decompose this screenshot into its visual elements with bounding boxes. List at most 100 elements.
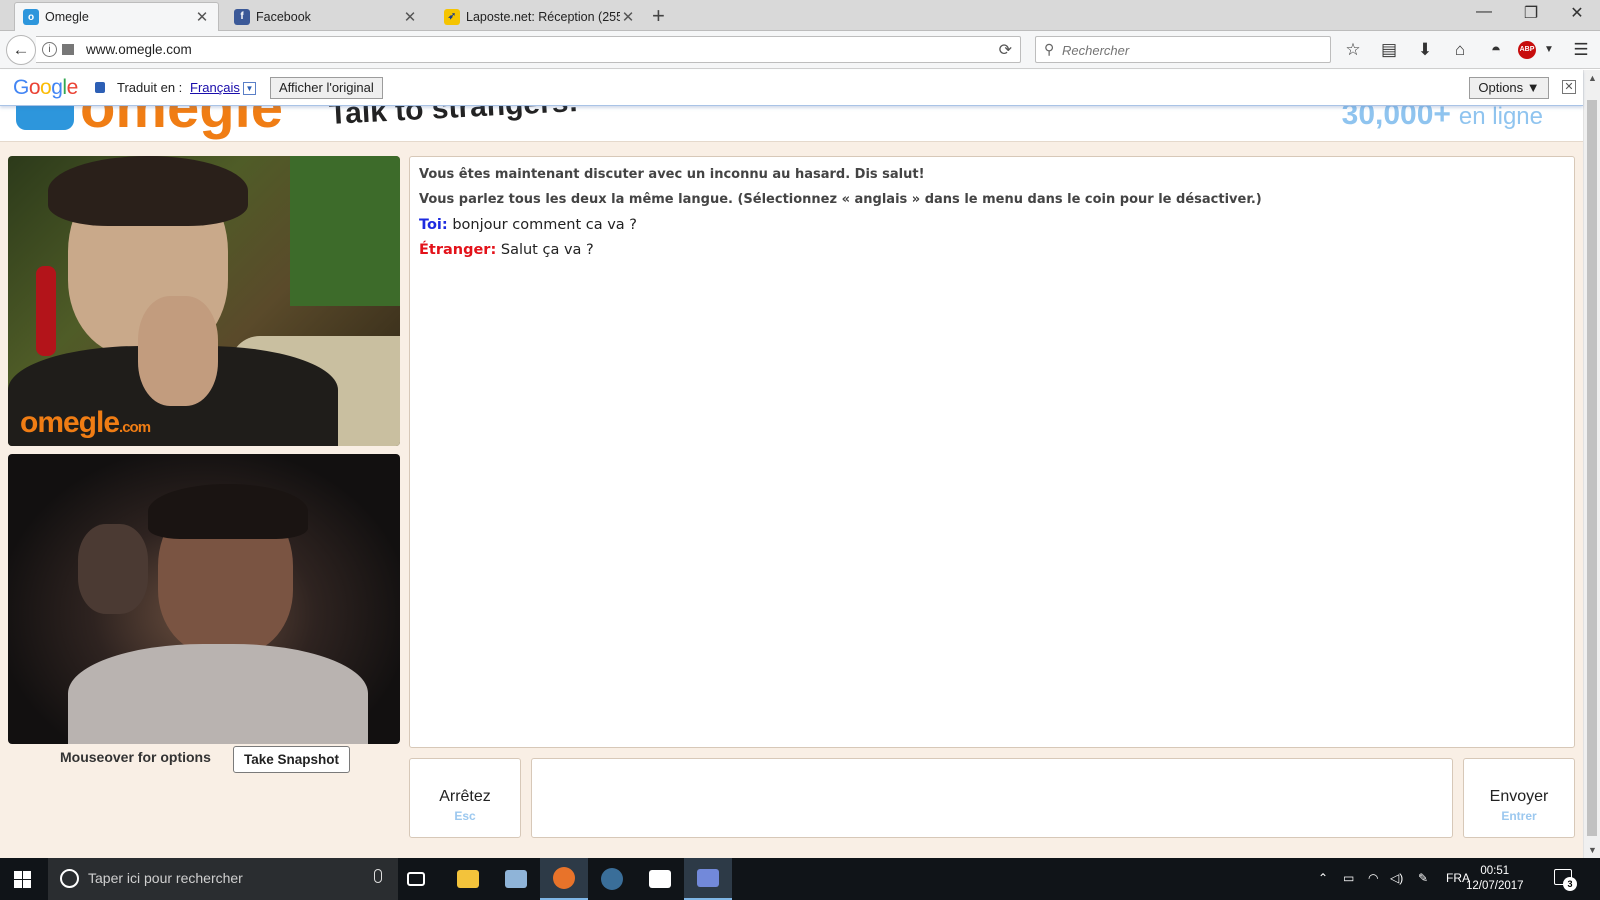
omegle-page: omegle Talk to strangers! 30,000+ en lign… [0,106,1583,858]
tab-facebook[interactable]: f Facebook ✕ [226,2,426,31]
tab-title: Omegle [45,10,89,24]
send-label: Envoyer [1489,788,1549,805]
tab-title: Laposte.net: Réception (255) [466,9,620,24]
search-box[interactable]: ⚲ [1035,36,1331,63]
send-button[interactable]: Envoyer Entrer [1463,758,1575,838]
restore-window-icon[interactable]: ❐ [1516,3,1546,23]
online-label: en ligne [1458,106,1543,130]
close-tab-icon[interactable]: ✕ [402,8,418,26]
translated-to-label: Traduit en : [117,80,183,95]
discord-icon[interactable] [684,858,732,900]
clock-time: 00:51 [1480,865,1510,877]
cortana-icon [60,869,79,888]
omegle-favicon-icon: o [23,9,39,25]
language-dropdown-icon[interactable]: ▼ [243,82,256,95]
google-logo: Google [13,76,78,99]
target-language-link[interactable]: Français [190,80,240,95]
status-message: Vous parlez tous les deux la même langue… [419,192,1262,207]
windows-start-icon[interactable] [14,871,31,888]
url-text[interactable]: www.omegle.com [86,42,192,57]
hamburger-menu-icon[interactable]: ☰ [1568,37,1594,63]
task-view-icon[interactable] [392,858,440,900]
scrollbar-thumb[interactable] [1587,100,1597,836]
chat-message: Toi: bonjour comment ca va ? [419,217,1565,233]
back-button[interactable]: ← [6,35,36,65]
omegle-watermark: omegle.com [20,406,151,440]
chat-message: Étranger: Salut ça va ? [419,242,1565,258]
close-tab-icon[interactable]: ✕ [620,8,636,26]
close-tab-icon[interactable]: ✕ [194,8,210,26]
search-input[interactable] [1062,40,1324,60]
pocket-icon[interactable]: ◓ [1483,37,1509,63]
new-tab-button[interactable]: + [652,3,665,29]
windows-taskbar: Taper ici pour rechercher ⌃ ▭ ◠ ◁) ✎ FRA… [0,858,1600,900]
tab-laposte[interactable]: ➶ Laposte.net: Réception (255) ✕ [436,2,644,31]
reload-icon[interactable]: ⟳ [999,40,1012,60]
stranger-video[interactable]: omegle.com [8,156,400,446]
stop-button[interactable]: Arrêtez Esc [409,758,521,838]
status-message: Vous êtes maintenant discuter avec un in… [419,167,925,182]
adblock-plus-icon[interactable]: ABP [1518,41,1536,59]
self-video[interactable] [8,454,400,744]
steam-icon[interactable] [588,858,636,900]
close-translate-bar-icon[interactable]: ✕ [1562,80,1576,94]
message-sender-stranger: Étranger: [419,242,497,258]
self-shirt [68,644,368,744]
stranger-hand [138,296,218,406]
message-box[interactable] [531,758,1453,838]
background-figure [78,524,148,614]
taskbar-clock[interactable]: 00:51 12/07/2017 [1466,864,1524,894]
bookmark-star-icon[interactable]: ☆ [1340,37,1366,63]
site-info-icon[interactable]: i [42,42,57,57]
browser-tab-bar: o Omegle ✕ f Facebook ✕ ➶ Laposte.net: R… [0,0,1600,31]
stranger-hair [48,156,248,226]
lock-icon [95,82,105,93]
vertical-scrollbar[interactable]: ▲ ▼ [1583,70,1600,858]
mouseover-options-label: Mouseover for options [60,749,211,765]
omegle-logo-text: omegle [80,106,284,140]
control-panel-icon[interactable] [492,858,540,900]
scroll-down-icon[interactable]: ▼ [1584,842,1600,858]
message-sender-you: Toi: [419,217,448,233]
tab-omegle[interactable]: o Omegle ✕ [14,2,219,31]
stop-hint: Esc [454,809,476,823]
google-translate-bar: Google Traduit en : Français ▼ Afficher … [0,70,1583,106]
taskbar-search[interactable]: Taper ici pour rechercher [48,858,398,900]
chat-log[interactable]: Vous êtes maintenant discuter avec un in… [409,156,1575,748]
mail-icon[interactable] [636,858,684,900]
laposte-favicon-icon: ➶ [444,8,460,25]
scroll-up-icon[interactable]: ▲ [1584,70,1600,86]
address-bar[interactable]: i www.omegle.com ⟳ [36,36,1021,63]
pen-icon[interactable]: ✎ [1418,871,1428,885]
show-original-button[interactable]: Afficher l'original [270,77,383,99]
minimize-window-icon[interactable]: — [1469,3,1499,21]
home-icon[interactable]: ⌂ [1447,37,1473,63]
stop-label: Arrêtez [439,788,491,805]
adblock-dropdown-icon[interactable]: ▼ [1536,37,1562,63]
omegle-logo-icon [16,106,74,130]
message-text: Salut ça va ? [500,242,594,258]
firefox-icon[interactable] [540,858,588,900]
omegle-header: omegle Talk to strangers! 30,000+ en lign… [0,106,1583,142]
microphone-icon[interactable] [374,869,382,883]
battery-icon[interactable]: ▭ [1343,871,1354,885]
headphones-icon [36,266,56,356]
close-window-icon[interactable]: ✕ [1562,3,1592,23]
clock-date: 12/07/2017 [1466,880,1524,892]
file-explorer-icon[interactable] [444,858,492,900]
back-arrow-icon: ← [12,40,30,59]
downloads-icon[interactable]: ⬇ [1412,37,1438,63]
translate-options-button[interactable]: Options ▼ [1469,77,1549,99]
volume-icon[interactable]: ◁) [1390,871,1403,885]
wifi-icon[interactable]: ◠ [1368,871,1378,885]
self-hair [148,484,308,539]
search-icon: ⚲ [1044,41,1055,57]
watermark-text: omegle [20,406,120,439]
tab-title: Facebook [256,9,311,24]
reading-list-icon[interactable]: ▤ [1376,37,1402,63]
take-snapshot-button[interactable]: Take Snapshot [233,746,351,773]
show-hidden-icons-icon[interactable]: ⌃ [1318,871,1328,885]
notification-count-badge: 3 [1563,877,1577,891]
message-input[interactable] [532,759,1452,837]
tagline: Talk to strangers! [328,106,580,132]
